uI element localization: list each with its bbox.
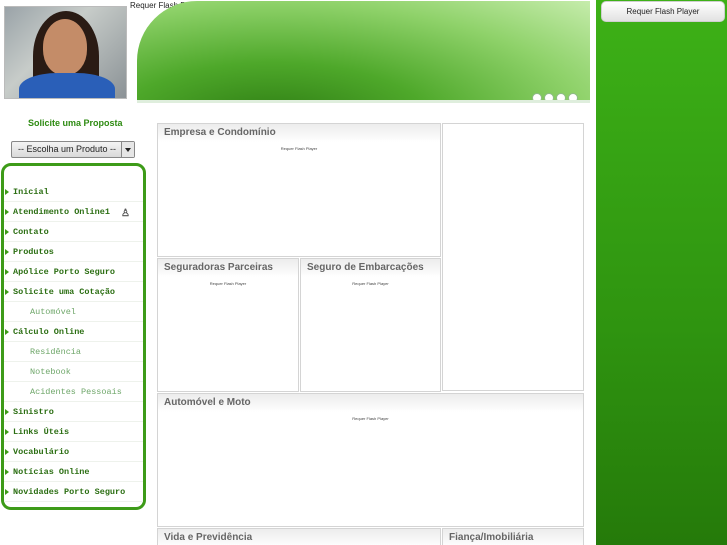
flash-button[interactable]: Requer Flash Player — [601, 1, 725, 22]
product-select-value: -- Escolha um Produto -- — [18, 144, 117, 154]
menu-item-label: Notebook — [30, 367, 71, 377]
menu-item-produtos[interactable]: Produtos — [4, 242, 143, 262]
menu-item-atendimento[interactable]: Atendimento Online1 ♙ — [4, 202, 143, 222]
box-embarcacoes: Seguro de Embarcações Requer Flash Playe… — [300, 258, 441, 392]
photo-face — [43, 19, 87, 75]
box-fianca: Fiança/Imobiliária — [442, 528, 584, 545]
menu-item-novidades[interactable]: Novidades Porto Seguro — [4, 482, 143, 502]
flash-notice: Requer Flash Player — [280, 146, 318, 151]
box-side-panel — [442, 123, 584, 391]
menu-item-label: Apólice Porto Seguro — [13, 267, 116, 277]
banner-dot-4[interactable] — [568, 93, 578, 103]
arrow-right-icon — [5, 249, 9, 255]
arrow-right-icon — [5, 469, 9, 475]
menu-item-label: Solicite uma Cotação — [13, 287, 116, 297]
arrow-right-icon — [5, 489, 9, 495]
flash-notice: Requer Flash Player — [352, 281, 389, 286]
arrow-right-icon — [5, 329, 9, 335]
menu-item-noticias[interactable]: Notícias Online — [4, 462, 143, 482]
menu-item-apolice[interactable]: Apólice Porto Seguro — [4, 262, 143, 282]
banner-dot-3[interactable] — [556, 93, 566, 103]
menu-subitem-residencia[interactable]: Residência — [4, 342, 143, 362]
menu-item-links[interactable]: Links Úteis — [4, 422, 143, 442]
arrow-right-icon — [5, 449, 9, 455]
box-seguradoras: Seguradoras Parceiras Requer Flash Playe… — [157, 258, 299, 392]
menu-item-label: Sinistro — [13, 407, 54, 417]
banner-dot-1[interactable] — [532, 93, 542, 103]
menu-item-label: Atendimento Online1 — [13, 207, 110, 217]
menu-item-label: Notícias Online — [13, 467, 90, 477]
arrow-right-icon — [5, 409, 9, 415]
page: Requer Flash Player Solicite uma Propost… — [0, 0, 727, 545]
menu-subitem-automovel[interactable]: Automóvel — [4, 302, 143, 322]
menu-item-inicial[interactable]: Inicial — [4, 182, 143, 202]
menu-item-label: Inicial — [13, 187, 49, 197]
menu-item-label: Vocabulário — [13, 447, 70, 457]
menu-item-label: Links Úteis — [13, 427, 70, 437]
arrow-right-icon — [5, 229, 9, 235]
banner-pagination — [532, 93, 578, 103]
product-select[interactable]: -- Escolha um Produto -- — [11, 141, 135, 158]
proposal-title: Solicite uma Proposta — [28, 118, 123, 128]
right-column — [596, 0, 727, 545]
flash-notice: Requer Flash Player — [209, 281, 247, 286]
profile-photo — [4, 6, 127, 99]
menu-item-vocabulario[interactable]: Vocabulário — [4, 442, 143, 462]
arrow-right-icon — [5, 289, 9, 295]
menu-item-label: Acidentes Pessoais — [30, 387, 122, 397]
menu-item-contato[interactable]: Contato — [4, 222, 143, 242]
menu-item-cotacao[interactable]: Solicite uma Cotação — [4, 282, 143, 302]
menu-item-calculo[interactable]: Cálculo Online — [4, 322, 143, 342]
menu-item-label: Residência — [30, 347, 82, 357]
box-title: Automóvel e Moto — [158, 394, 583, 412]
box-title: Vida e Previdência — [158, 529, 440, 545]
chevron-down-icon[interactable] — [121, 142, 134, 157]
flash-notice: Requer Flash Player — [352, 416, 389, 421]
menu-item-sinistro[interactable]: Sinistro — [4, 402, 143, 422]
box-title: Seguro de Embarcações — [301, 259, 440, 277]
box-title: Seguradoras Parceiras — [158, 259, 298, 277]
box-title: Fiança/Imobiliária — [443, 529, 583, 545]
box-title: Empresa e Condomínio — [158, 124, 440, 142]
sidebar-menu: Inicial Atendimento Online1 ♙ Contato Pro… — [1, 163, 146, 510]
box-vida: Vida e Previdência — [157, 528, 441, 545]
box-empresa: Empresa e Condomínio Requer Flash Player — [157, 123, 441, 257]
menu-item-label: Cálculo Online — [13, 327, 85, 337]
arrow-right-icon — [5, 429, 9, 435]
menu-item-label: Produtos — [13, 247, 54, 257]
menu-subitem-acidentes[interactable]: Acidentes Pessoais — [4, 382, 143, 402]
menu-item-label: Novidades Porto Seguro — [13, 487, 126, 497]
menu-item-label: Contato — [13, 227, 49, 237]
arrow-right-icon — [5, 189, 9, 195]
arrow-right-icon — [5, 269, 9, 275]
menu-item-label: Automóvel — [30, 307, 76, 317]
photo-shirt — [19, 73, 115, 98]
banner-dot-2[interactable] — [544, 93, 554, 103]
header-banner — [137, 1, 590, 103]
menu-subitem-notebook[interactable]: Notebook — [4, 362, 143, 382]
box-automovel: Automóvel e Moto Requer Flash Player — [157, 393, 584, 527]
arrow-right-icon — [5, 209, 9, 215]
